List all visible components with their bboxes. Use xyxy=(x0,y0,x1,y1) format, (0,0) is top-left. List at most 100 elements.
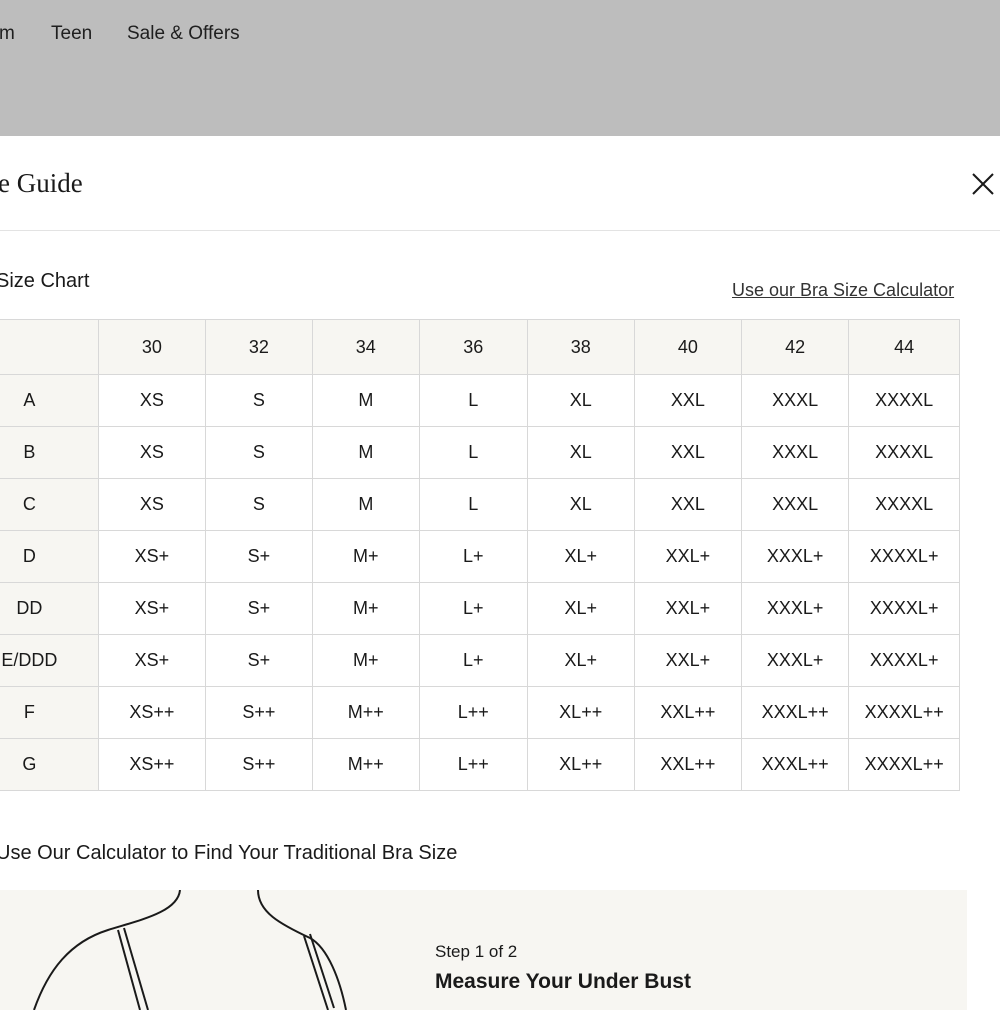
size-cell: L++ xyxy=(418,738,528,791)
size-cell: L+ xyxy=(418,634,528,687)
size-cell: XXL xyxy=(633,478,742,531)
size-cell: M+ xyxy=(311,634,420,687)
table-row: A XS S M L XL XXL XXXL XXXXL xyxy=(0,374,960,427)
calculator-heading: Use Our Calculator to Find Your Traditio… xyxy=(0,842,458,864)
size-cell: XL+ xyxy=(526,582,635,635)
close-button[interactable] xyxy=(966,168,998,200)
size-cell: XXXL++ xyxy=(740,738,850,791)
band-size-header: 34 xyxy=(311,319,420,375)
size-cell: M++ xyxy=(311,686,420,739)
size-cell: XXXL xyxy=(740,426,850,479)
size-cell: XL+ xyxy=(526,634,635,687)
size-cell: XS++ xyxy=(97,738,206,791)
cup-size-label: G xyxy=(0,738,99,791)
size-cell: M++ xyxy=(311,738,420,791)
header-divider xyxy=(0,230,1000,231)
site-header-overlay: m Teen Sale & Offers xyxy=(0,0,1000,136)
table-row: C XS S M L XL XXL XXXL XXXXL xyxy=(0,478,960,531)
size-cell: S xyxy=(204,374,313,427)
cup-size-label: D xyxy=(0,530,99,583)
size-cell: XXL+ xyxy=(633,530,742,583)
size-cell: L+ xyxy=(418,530,528,583)
table-row: DD XS+ S+ M+ L+ XL+ XXL+ XXXL+ XXXXL+ xyxy=(0,582,960,635)
size-cell: M xyxy=(311,374,420,427)
table-row: F XS++ S++ M++ L++ XL++ XXL++ XXXL++ XXXXL++ xyxy=(0,686,960,739)
cup-size-label: F xyxy=(0,686,99,739)
size-cell: XXL+ xyxy=(633,634,742,687)
size-cell: XXXXL xyxy=(848,426,960,479)
size-cell: XL++ xyxy=(526,738,635,791)
table-row: G XS++ S++ M++ L++ XL++ XXL++ XXXL++ XXXXL++ xyxy=(0,738,960,791)
cup-size-label: B xyxy=(0,426,99,479)
band-size-header: 36 xyxy=(418,319,528,375)
size-cell: XXXL+ xyxy=(740,582,850,635)
size-cell: XXL xyxy=(633,426,742,479)
size-cell: XL xyxy=(526,478,635,531)
size-cell: XXXXL xyxy=(848,478,960,531)
size-cell: XXXL xyxy=(740,374,850,427)
size-cell: XXL++ xyxy=(633,686,742,739)
size-cell: M xyxy=(311,426,420,479)
size-cell: S+ xyxy=(204,530,313,583)
cup-size-label: C xyxy=(0,478,99,531)
size-cell: XS+ xyxy=(97,634,206,687)
table-row: E/DDD XS+ S+ M+ L+ XL+ XXL+ XXXL+ XXXXL+ xyxy=(0,634,960,687)
size-cell: XL xyxy=(526,426,635,479)
size-cell: XXXL+ xyxy=(740,530,850,583)
cup-size-label: E/DDD xyxy=(0,634,99,687)
size-cell: XS xyxy=(97,374,206,427)
size-cell: XS+ xyxy=(97,582,206,635)
size-cell: M+ xyxy=(311,530,420,583)
step-label: Step 1 of 2 xyxy=(435,942,518,961)
size-cell: S+ xyxy=(204,582,313,635)
size-cell: S xyxy=(204,426,313,479)
size-cell: L++ xyxy=(418,686,528,739)
size-cell: XS+ xyxy=(97,530,206,583)
size-cell: XL+ xyxy=(526,530,635,583)
modal-title: e Guide xyxy=(0,168,83,198)
step-title: Measure Your Under Bust xyxy=(435,970,691,993)
size-cell: L xyxy=(418,478,528,531)
torso-outline-icon xyxy=(33,890,347,1010)
size-cell: XL xyxy=(526,374,635,427)
band-size-header: 32 xyxy=(204,319,313,375)
table-header-row: 30 32 34 36 38 40 42 44 xyxy=(0,319,960,375)
table-row: B XS S M L XL XXL XXXL XXXXL xyxy=(0,426,960,479)
band-size-header: 38 xyxy=(526,319,635,375)
size-cell: M xyxy=(311,478,420,531)
bra-size-calculator-link[interactable]: Use our Bra Size Calculator xyxy=(732,279,954,301)
cup-size-label: A xyxy=(0,374,99,427)
size-cell: S+ xyxy=(204,634,313,687)
size-cell: XXXXL+ xyxy=(848,634,960,687)
size-cell: M+ xyxy=(311,582,420,635)
size-cell: XS++ xyxy=(97,686,206,739)
size-cell: XXXL+ xyxy=(740,634,850,687)
size-cell: XXL xyxy=(633,374,742,427)
size-cell: XXL++ xyxy=(633,738,742,791)
band-size-header: 40 xyxy=(633,319,742,375)
table-row: D XS+ S+ M+ L+ XL+ XXL+ XXXL+ XXXXL+ xyxy=(0,530,960,583)
band-size-header: 42 xyxy=(740,319,850,375)
size-cell: XXXXL+ xyxy=(848,530,960,583)
size-cell: L xyxy=(418,426,528,479)
size-cell: XS xyxy=(97,426,206,479)
band-size-header: 44 xyxy=(848,319,960,375)
size-cell: XXL+ xyxy=(633,582,742,635)
nav-item-sale-offers[interactable]: Sale & Offers xyxy=(127,22,240,46)
size-cell: S++ xyxy=(204,686,313,739)
size-guide-modal: e Guide Size Chart Use our Bra Size Calc… xyxy=(0,136,1000,1010)
close-icon xyxy=(972,173,994,195)
nav-item-teen[interactable]: Teen xyxy=(51,22,92,46)
size-cell: XXXL xyxy=(740,478,850,531)
band-size-header: 30 xyxy=(97,319,206,375)
nav-item-partial[interactable]: m xyxy=(0,22,15,46)
size-chart-heading: Size Chart xyxy=(0,270,90,292)
size-cell: XXXXL xyxy=(848,374,960,427)
size-cell: XXXXL++ xyxy=(848,686,960,739)
size-cell: L xyxy=(418,374,528,427)
cup-size-label: DD xyxy=(0,582,99,635)
calculator-panel: Step 1 of 2 Measure Your Under Bust xyxy=(0,890,967,1010)
size-cell: XS xyxy=(97,478,206,531)
size-cell: S xyxy=(204,478,313,531)
size-cell: XXXL++ xyxy=(740,686,850,739)
